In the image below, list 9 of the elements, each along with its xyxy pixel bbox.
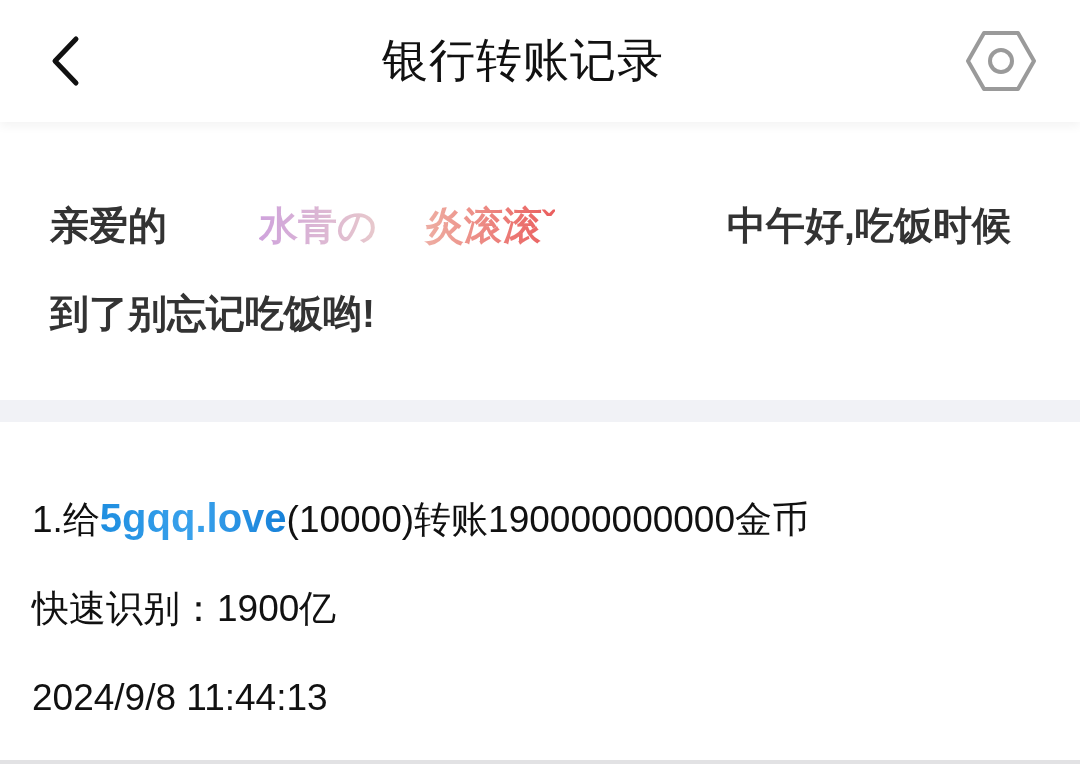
greeting-text: 亲爱的 水青の 炎滚滚ˇ 中午好,吃饭时候到了别忘记吃饭哟! [50,203,1012,337]
quick-amount-text: 快速识别：1900亿 [32,587,338,631]
settings-icon [966,30,1036,92]
settings-button[interactable] [966,30,1036,92]
back-icon [50,35,80,87]
page-title: 银行转账记录 [382,33,664,88]
back-button[interactable] [50,35,80,87]
transfer-text: 1.给5gqq.love(10000)转账190000000000金币 [32,495,811,542]
timestamp-text: 2024/9/8 11:44:13 [32,676,329,720]
